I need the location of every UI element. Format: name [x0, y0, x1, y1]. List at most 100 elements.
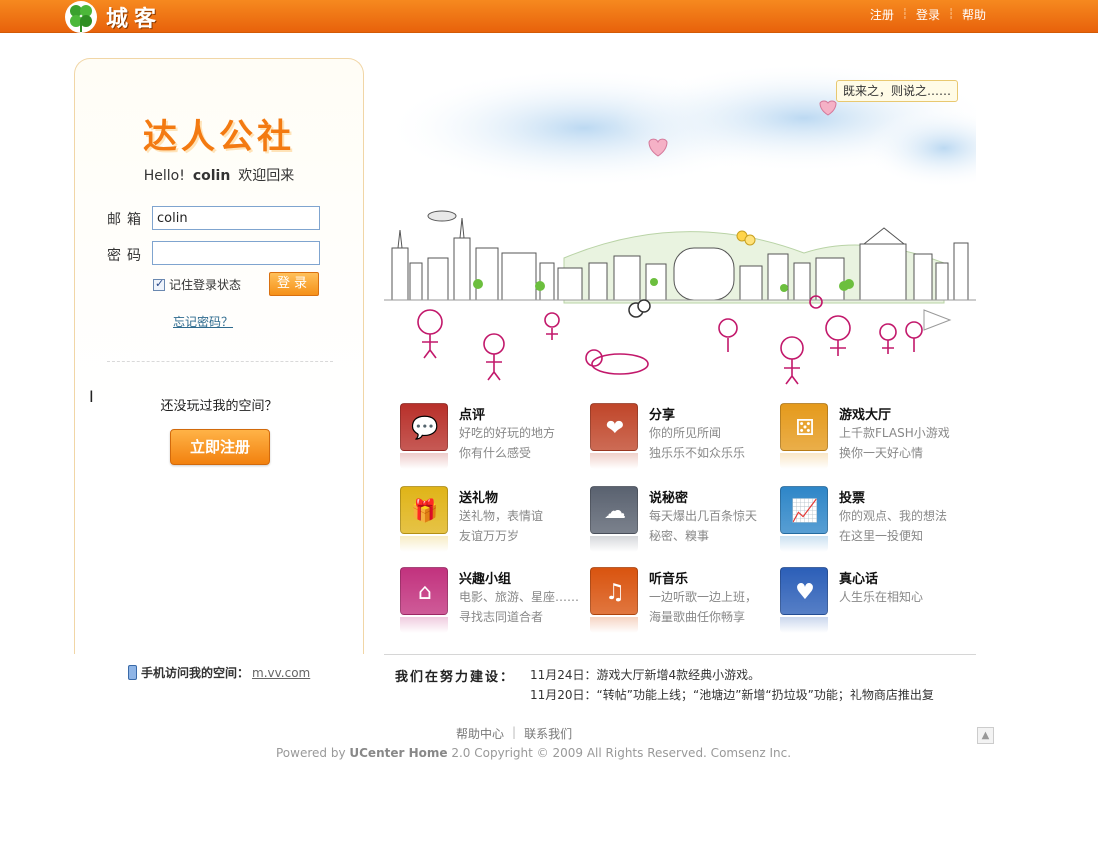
news-item[interactable]: 11月24日：游戏大厅新增4款经典小游戏。 — [530, 666, 968, 683]
feature-title[interactable]: 点评 — [459, 404, 485, 423]
icon-reflection — [400, 536, 448, 552]
feature-desc: 上千款FLASH小游戏 — [839, 426, 950, 440]
icon-reflection — [590, 617, 638, 633]
feature-comment[interactable]: 💬 点评好吃的好玩的地方 你有什么感受 — [400, 403, 580, 473]
copyright-brand[interactable]: UCenter Home — [349, 746, 447, 760]
feature-music[interactable]: ♫ 听音乐一边听歌一边上班， 海量歌曲任你畅享 — [590, 567, 770, 637]
top-bar: 城客 注册 ┆ 登录 ┆ 帮助 — [0, 0, 1098, 33]
login-button[interactable]: 登录 — [269, 272, 319, 296]
text-cursor-icon: I — [89, 387, 94, 406]
not-played-text: 还没玩过我的空间？ — [160, 399, 278, 414]
feature-desc: 海量歌曲任你畅享 — [649, 610, 746, 624]
icon-reflection — [400, 453, 448, 469]
feature-title[interactable]: 兴趣小组 — [459, 568, 511, 587]
vote-icon[interactable]: 📈 — [780, 486, 828, 534]
icon-reflection — [400, 617, 448, 633]
feature-share[interactable]: ❤ 分享你的所见所闻独乐乐不如众乐乐 — [590, 403, 770, 473]
remember-me[interactable]: 记住登录状态 — [153, 276, 241, 293]
back-to-top-icon[interactable]: ▲ — [977, 727, 994, 744]
phone-icon — [128, 665, 137, 680]
forgot-password-link[interactable]: 忘记密码？ — [173, 313, 233, 330]
remember-checkbox[interactable] — [153, 277, 165, 291]
heart-icon[interactable]: ♥ — [780, 567, 828, 615]
register-link[interactable]: 注册 — [870, 6, 894, 23]
feature-vote[interactable]: 📈 投票 你的观点、我的想法 在这里一投便知 — [780, 486, 960, 556]
icon-reflection — [590, 536, 638, 552]
link-separator: ┆ — [947, 9, 954, 20]
mobile-access: 手机访问我的空间： m.vv.com — [128, 664, 310, 681]
speech-bubble: 既来之，则说之…… — [836, 80, 959, 102]
feature-heart[interactable]: ♥ 真心话人生乐在相知心 — [780, 567, 960, 637]
feature-title[interactable]: 游戏大厅 — [839, 404, 891, 423]
greeting-prefix: Hello! — [143, 168, 185, 184]
divider — [107, 361, 333, 362]
mobile-url-link[interactable]: m.vv.com — [252, 666, 310, 680]
clover-logo-icon — [64, 0, 98, 34]
feature-desc: 寻找志同道合者 — [459, 610, 544, 624]
greeting-suffix: 欢迎回来 — [238, 168, 295, 184]
feature-desc: 你的所见所闻 — [649, 426, 722, 440]
hero-illustration: 既来之，则说之…… — [384, 58, 976, 388]
feature-title[interactable]: 真心话 — [839, 568, 878, 587]
help-center-link[interactable]: 帮助中心 — [456, 725, 504, 742]
feature-secret[interactable]: ☁ 说秘密每天爆出几百条惊天 秘密、糗事 — [590, 486, 770, 556]
feature-title[interactable]: 听音乐 — [649, 568, 688, 587]
top-links: 注册 ┆ 登录 ┆ 帮助 — [870, 6, 986, 23]
email-field[interactable] — [152, 206, 320, 230]
feature-dice[interactable]: ⚄ 游戏大厅上千款FLASH小游戏 换你一天好心情 — [780, 403, 960, 473]
share-icon[interactable]: ❤ — [590, 403, 638, 451]
feature-desc: 友谊万万岁 — [459, 529, 520, 543]
comment-icon[interactable]: 💬 — [400, 403, 448, 451]
icon-reflection — [780, 617, 828, 633]
help-link[interactable]: 帮助 — [962, 6, 986, 23]
feature-desc: 独乐乐不如众乐乐 — [649, 446, 746, 460]
footer-links: 帮助中心 | 联系我们 — [456, 725, 572, 742]
feature-desc: 你的观点、我的想法 — [839, 509, 948, 523]
feature-desc: 电影、旅游、星座…… — [459, 590, 580, 604]
dice-icon[interactable]: ⚄ — [780, 403, 828, 451]
login-panel: 达人公社 Hello! colin 欢迎回来 邮箱 密码 记住登录状态 登录 忘记密… — [74, 58, 364, 654]
mobile-label: 手机访问我的空间： — [141, 666, 250, 680]
feature-gift[interactable]: 🎁 送礼物送礼物，表情谊 友谊万万岁 — [400, 486, 580, 556]
logo-text: 城客 — [106, 6, 163, 32]
secret-icon[interactable]: ☁ — [590, 486, 638, 534]
news-title: 我们在努力建设： — [395, 670, 516, 685]
remember-label: 记住登录状态 — [169, 278, 242, 292]
copyright-prefix: Powered by — [276, 746, 350, 760]
feature-desc: 换你一天好心情 — [839, 446, 924, 460]
icon-reflection — [780, 453, 828, 469]
login-link[interactable]: 登录 — [916, 6, 940, 23]
password-field[interactable] — [152, 241, 320, 265]
feature-title[interactable]: 投票 — [839, 487, 865, 506]
city-skyline-illustration — [384, 63, 976, 385]
music-icon[interactable]: ♫ — [590, 567, 638, 615]
username-display: colin — [192, 168, 231, 184]
feature-house[interactable]: ⌂ 兴趣小组电影、旅游、星座…… 寻找志同道合者 — [400, 567, 580, 637]
feature-desc: 一边听歌一边上班， — [649, 590, 758, 604]
feature-title[interactable]: 送礼物 — [459, 487, 498, 506]
feature-title[interactable]: 说秘密 — [649, 487, 688, 506]
password-label: 密码 — [107, 248, 147, 264]
gift-icon[interactable]: 🎁 — [400, 486, 448, 534]
email-label: 邮箱 — [107, 212, 147, 228]
link-separator: | — [512, 725, 517, 739]
news-item[interactable]: 11月20日：“转帖”功能上线；“池塘边”新增“扔垃圾”功能；礼物商店推出复 — [530, 686, 968, 703]
feature-title[interactable]: 分享 — [649, 404, 675, 423]
icon-reflection — [590, 453, 638, 469]
copyright-suffix: 2.0 Copyright © 2009 All Rights Reserved… — [447, 746, 792, 760]
feature-desc: 送礼物，表情谊 — [459, 509, 544, 523]
feature-desc: 你有什么感受 — [459, 446, 532, 460]
feature-desc: 好吃的好玩的地方 — [459, 426, 556, 440]
house-icon[interactable]: ⌂ — [400, 567, 448, 615]
icon-reflection — [780, 536, 828, 552]
site-logo[interactable]: 城客 — [64, 0, 162, 33]
contact-us-link[interactable]: 联系我们 — [524, 725, 572, 742]
feature-desc: 人生乐在相知心 — [839, 590, 924, 604]
feature-desc: 秘密、糗事 — [649, 529, 710, 543]
link-separator: ┆ — [901, 9, 908, 20]
register-now-button[interactable]: 立即注册 — [170, 429, 270, 465]
greeting: Hello! colin 欢迎回来 — [75, 165, 363, 185]
feature-desc: 每天爆出几百条惊天 — [649, 509, 758, 523]
brand-title: 达人公社 — [143, 117, 295, 157]
news-divider — [384, 654, 976, 655]
